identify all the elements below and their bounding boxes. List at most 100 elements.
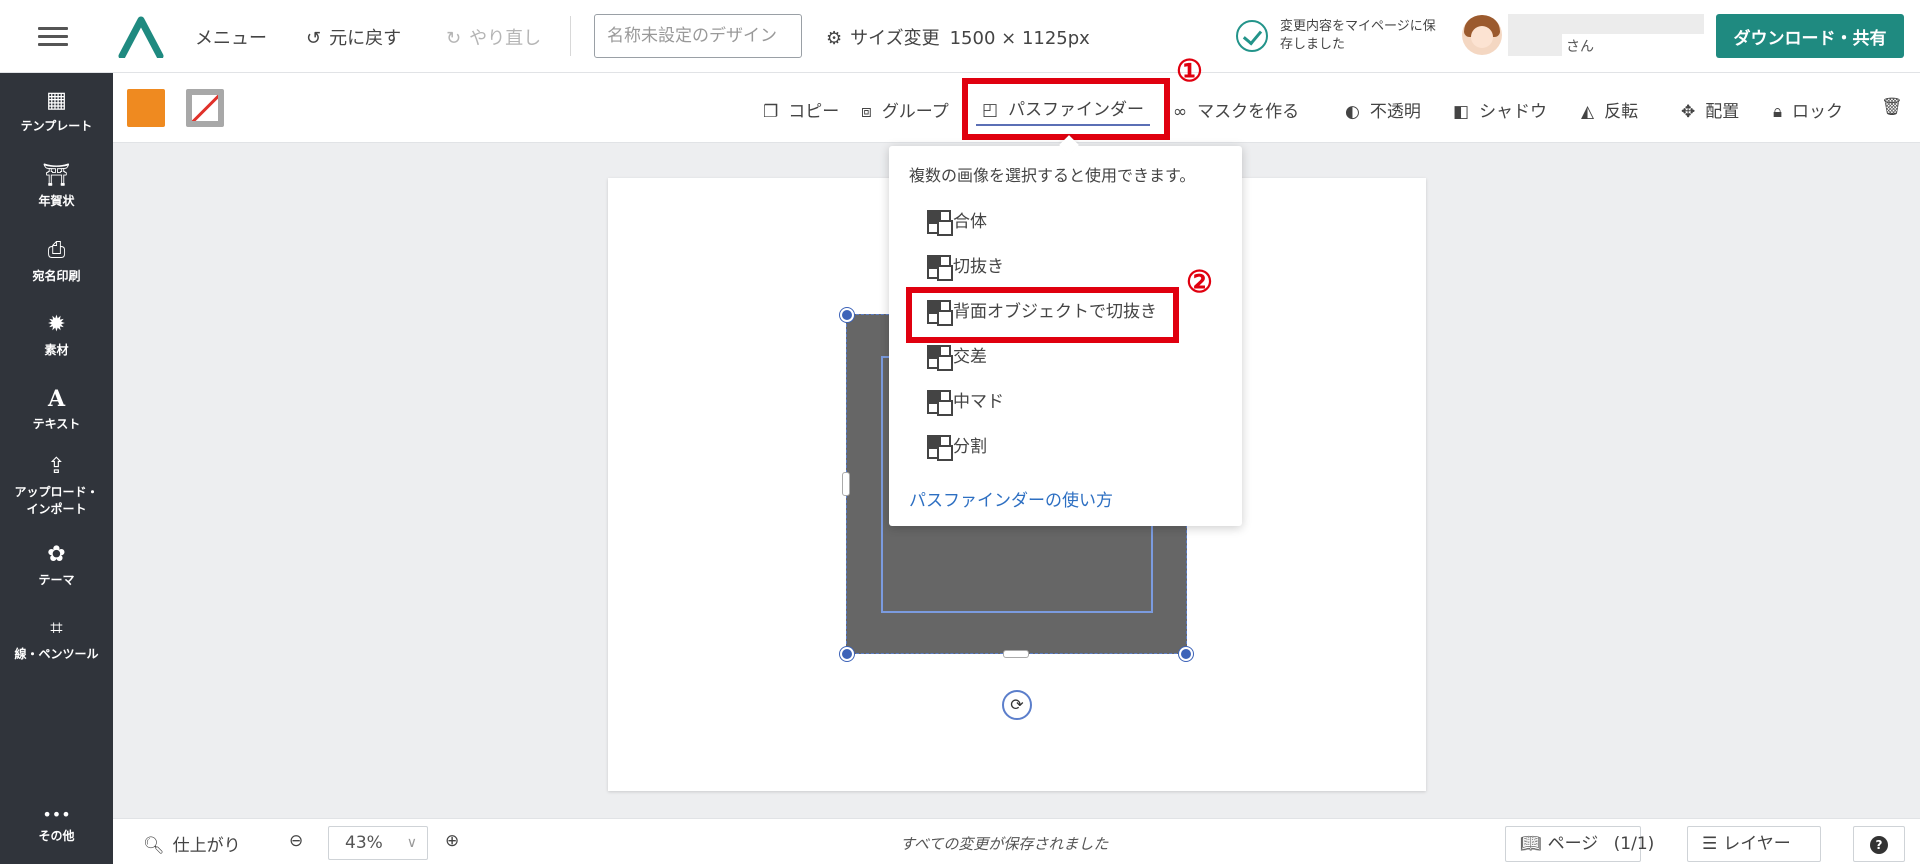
bottom-bar: 🔍︎ 仕上がり ⊖ 43% ∨ ⊕ すべての変更が保存されました 📖︎ ページ (1/…	[113, 818, 1920, 864]
opacity-button[interactable]: ◐ 不透明	[1345, 97, 1421, 122]
highlight-box-1	[962, 78, 1170, 140]
pathfinder-item-label: 切抜き	[953, 257, 1004, 277]
sidebar-item-text[interactable]: A テキスト	[0, 385, 113, 433]
pathfinder-exclude-icon	[927, 390, 953, 416]
divider	[570, 16, 571, 56]
pathfinder-item-minus-front[interactable]: 切抜き	[927, 254, 1004, 281]
pathfinder-item-label: 分割	[953, 437, 987, 457]
flip-button[interactable]: ◭ 反転	[1581, 97, 1638, 122]
sidebar-item-label: 素材	[44, 343, 69, 357]
undo-button[interactable]: ↺ 元に戻す	[306, 24, 401, 50]
undo-icon: ↺	[306, 28, 322, 49]
palette-icon: ✿	[47, 542, 66, 567]
pages-label: ページ	[1547, 834, 1599, 854]
resize-handle-bottom[interactable]	[1003, 650, 1029, 658]
fill-color-swatch[interactable]	[127, 89, 165, 127]
sidebar-item-label: テンプレート	[20, 119, 93, 133]
shadow-icon: ◧	[1453, 102, 1470, 122]
menu-button[interactable]: メニュー	[195, 24, 267, 50]
avatar[interactable]	[1462, 15, 1502, 55]
sidebar-item-label: テーマ	[38, 573, 75, 587]
page-count: (1/1)	[1613, 834, 1655, 854]
resize-handle-bottom-right[interactable]	[1179, 647, 1193, 661]
zoom-out-icon[interactable]: ⊖	[289, 831, 303, 851]
sidebar-item-template[interactable]: ▦ テンプレート	[0, 87, 113, 135]
chevron-down-icon: ∨	[406, 835, 417, 851]
pathfinder-item-exclude[interactable]: 中マド	[927, 389, 1004, 416]
pathfinder-item-label: 合体	[953, 212, 987, 232]
preview-button[interactable]: 🔍︎ 仕上がり	[143, 831, 241, 856]
copy-label: コピー	[788, 102, 840, 122]
sidebar-item-theme[interactable]: ✿ テーマ	[0, 541, 113, 589]
upload-file-icon: ⇪	[47, 454, 66, 479]
annotation-number-2: ②	[1186, 265, 1213, 300]
lock-label: ロック	[1792, 102, 1844, 122]
help-button[interactable]: ?	[1853, 826, 1905, 862]
layers-icon: ☰	[1702, 834, 1718, 854]
app-logo	[118, 16, 164, 58]
save-status-text: 変更内容をマイページに保存しました	[1280, 19, 1436, 52]
save-status-footer: すべての変更が保存されました	[900, 835, 1109, 853]
arrange-label: 配置	[1705, 102, 1740, 122]
group-button[interactable]: ⧈ グループ	[861, 97, 949, 122]
redo-label: やり直し	[469, 28, 542, 49]
printer-icon: ⎙	[47, 238, 66, 263]
redo-button[interactable]: ↻ やり直し	[446, 24, 541, 50]
menu-label: メニュー	[195, 28, 267, 49]
lock-button[interactable]: 🔒︎ ロック	[1773, 97, 1843, 122]
user-name-redacted-2	[1508, 34, 1562, 56]
pathfinder-item-unite[interactable]: 合体	[927, 209, 987, 236]
delete-button[interactable]: 🗑︎	[1881, 97, 1913, 117]
rotate-handle-icon[interactable]: ⟳	[1002, 690, 1032, 720]
preview-search-icon: 🔍︎	[143, 836, 165, 856]
mask-button[interactable]: ∞ マスクを作る	[1173, 97, 1299, 122]
sidebar-item-upload[interactable]: ⇪ アップロード・インポート	[0, 453, 113, 518]
shadow-label: シャドウ	[1479, 102, 1548, 122]
sidebar-item-label: 線・ペンツール	[14, 647, 99, 661]
pathfinder-item-label: 交差	[953, 347, 987, 367]
sidebar-item-label: 宛名印刷	[32, 269, 81, 283]
flip-icon: ◭	[1581, 102, 1595, 122]
sidebar-item-label: アップロード・インポート	[14, 485, 99, 516]
pathfinder-minus-front-icon	[927, 255, 953, 281]
resize-handle-left[interactable]	[842, 472, 850, 496]
sidebar-item-label: テキスト	[32, 417, 81, 431]
sidebar-item-more[interactable]: ••• その他	[0, 805, 113, 845]
resize-handle-bottom-left[interactable]	[840, 647, 854, 661]
gear-icon: ✹	[47, 312, 66, 337]
group-icon: ⧈	[861, 102, 872, 122]
sidebar-item-nengajo[interactable]: ⛩ 年賀状	[0, 162, 113, 210]
top-bar: メニュー ↺ 元に戻す ↻ やり直し ⚙ サイズ変更 1500 × 1125px 変更内…	[0, 0, 1920, 73]
pathfinder-help-link[interactable]: パスファインダーの使い方	[909, 486, 1113, 511]
resize-button[interactable]: ⚙ サイズ変更 1500 × 1125px	[826, 24, 1090, 50]
move-arrows-icon: ✥	[1681, 102, 1696, 122]
pathfinder-item-intersect[interactable]: 交差	[927, 344, 987, 371]
user-name-suffix: さん	[1566, 39, 1594, 55]
kagami-mochi-icon: ⛩	[42, 163, 71, 188]
more-dots-icon: •••	[42, 805, 71, 824]
lock-icon: 🔒︎	[1773, 102, 1783, 122]
pathfinder-divide-icon	[927, 435, 953, 461]
text-icon: A	[47, 386, 66, 412]
highlight-box-2	[906, 287, 1179, 343]
preview-label: 仕上がり	[172, 836, 241, 856]
pathfinder-intersect-icon	[927, 345, 953, 371]
opacity-icon: ◐	[1345, 102, 1360, 122]
download-share-button[interactable]: ダウンロード・共有	[1716, 14, 1904, 58]
shadow-button[interactable]: ◧ シャドウ	[1453, 97, 1547, 122]
resize-handle-top-left[interactable]	[840, 308, 854, 322]
sidebar-item-pen-tool[interactable]: ⌗ 線・ペンツール	[0, 615, 113, 663]
zoom-select[interactable]: 43% ∨	[328, 826, 428, 860]
hamburger-menu-icon[interactable]	[38, 22, 68, 50]
stroke-color-swatch[interactable]	[186, 89, 224, 127]
design-name-input[interactable]	[594, 14, 802, 58]
arrange-button[interactable]: ✥ 配置	[1681, 97, 1739, 122]
pathfinder-item-divide[interactable]: 分割	[927, 434, 987, 461]
copy-button[interactable]: ❐ コピー	[763, 97, 839, 122]
pages-button[interactable]: 📖︎ ページ (1/1)	[1505, 826, 1654, 862]
sidebar-item-address-print[interactable]: ⎙ 宛名印刷	[0, 237, 113, 285]
layers-button[interactable]: ☰ レイヤー	[1687, 826, 1821, 862]
zoom-in-icon[interactable]: ⊕	[445, 831, 459, 851]
sidebar-item-materials[interactable]: ✹ 素材	[0, 311, 113, 359]
save-status: 変更内容をマイページに保存しました	[1236, 18, 1436, 58]
